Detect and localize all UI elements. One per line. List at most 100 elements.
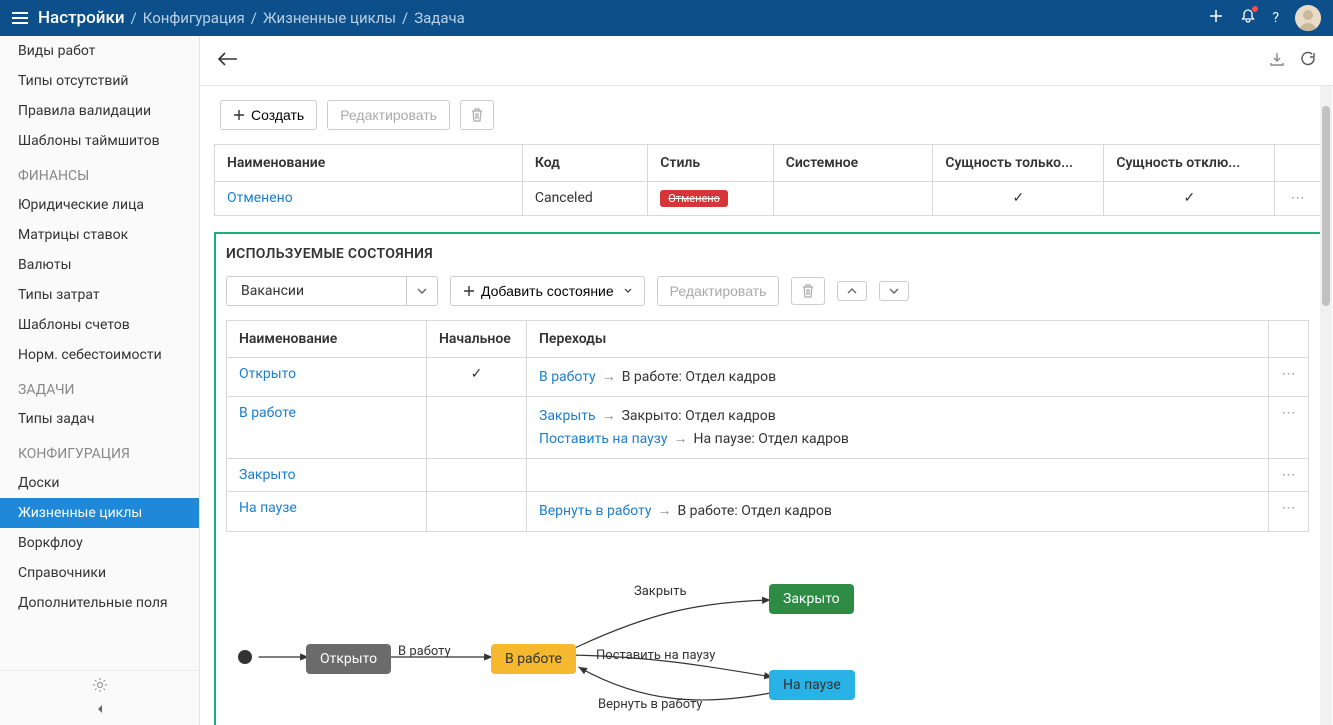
- chevron-down-icon[interactable]: [406, 276, 438, 306]
- transitions-table: Наименование Начальное Переходы Открыто✓…: [226, 320, 1309, 532]
- transition-target: Закрыто: Отдел кадров: [622, 405, 776, 427]
- scrollbar[interactable]: [1320, 86, 1332, 725]
- row-code: Canceled: [522, 182, 647, 216]
- sidebar-item[interactable]: Жизненные циклы: [0, 498, 199, 528]
- edit-state-button[interactable]: Редактировать: [657, 276, 780, 306]
- sidebar-section-title: ФИНАНСЫ: [0, 156, 199, 190]
- sidebar: Виды работТипы отсутствийПравила валидац…: [0, 36, 200, 725]
- diagram-node-paused: На паузе: [769, 670, 855, 700]
- move-down-button[interactable]: [879, 281, 909, 301]
- delete-button[interactable]: [460, 100, 494, 130]
- table-row[interactable]: Закрыто ⋯: [227, 459, 1309, 492]
- sidebar-item[interactable]: Доски: [0, 468, 199, 498]
- transition-target: На паузе: Отдел кадров: [694, 428, 849, 450]
- delete-state-button[interactable]: [791, 277, 825, 305]
- breadcrumb-item[interactable]: Задача: [414, 9, 465, 27]
- sidebar-item[interactable]: Воркфлоу: [0, 528, 199, 558]
- col-entity-off[interactable]: Сущность отклю...: [1104, 145, 1275, 182]
- avatar[interactable]: [1295, 5, 1321, 31]
- edit-button[interactable]: Редактировать: [327, 100, 450, 130]
- row-actions[interactable]: ⋯: [1269, 358, 1309, 397]
- initial-cell: [427, 492, 527, 531]
- create-button[interactable]: Создать: [220, 100, 317, 130]
- add-state-button[interactable]: Добавить состояние: [450, 276, 645, 306]
- sidebar-item[interactable]: Дополнительные поля: [0, 588, 199, 618]
- bell-icon[interactable]: [1240, 8, 1256, 28]
- col-name[interactable]: Наименование: [215, 145, 523, 182]
- table-row[interactable]: Открыто✓В работу→В работе: Отдел кадров⋯: [227, 358, 1309, 397]
- sidebar-item[interactable]: Юридические лица: [0, 190, 199, 220]
- page-toolbar: [200, 36, 1333, 86]
- breadcrumb: Настройки / Конфигурация / Жизненные цик…: [38, 8, 465, 28]
- initial-cell: [427, 459, 527, 492]
- transition-action-link[interactable]: В работу: [539, 366, 596, 388]
- transition-action-link[interactable]: Закрыть: [539, 405, 596, 427]
- menu-toggle[interactable]: [12, 12, 28, 24]
- state-name-link[interactable]: Закрыто: [239, 467, 296, 483]
- style-badge: Отменено: [660, 190, 728, 207]
- col-style[interactable]: Стиль: [648, 145, 773, 182]
- state-diagram: Открыто В работе Закрыто На паузе В рабо…: [226, 552, 1315, 722]
- table-row[interactable]: На паузе Вернуть в работу → В работе: Отдел…: [227, 492, 1309, 531]
- plus-icon[interactable]: [1208, 8, 1224, 28]
- state-name-link[interactable]: В работе: [239, 405, 296, 421]
- diagram-node-open: Открыто: [306, 644, 391, 674]
- sidebar-item[interactable]: Типы отсутствий: [0, 66, 199, 96]
- help-icon[interactable]: ?: [1272, 10, 1279, 26]
- collapse-icon[interactable]: [94, 703, 106, 719]
- sidebar-item[interactable]: Матрицы ставок: [0, 220, 199, 250]
- app-header: Настройки / Конфигурация / Жизненные цик…: [0, 0, 1333, 36]
- col-code[interactable]: Код: [522, 145, 647, 182]
- state-name-link[interactable]: Открыто: [239, 366, 296, 382]
- panel-title: ИСПОЛЬЗУЕМЫЕ СОСТОЯНИЯ: [226, 246, 1315, 262]
- state-name-link[interactable]: На паузе: [239, 500, 297, 516]
- row-actions[interactable]: ⋯: [1269, 397, 1309, 459]
- sidebar-item[interactable]: Типы затрат: [0, 280, 199, 310]
- entity-dropdown[interactable]: Вакансии: [226, 276, 438, 306]
- row-actions[interactable]: ⋯: [1269, 459, 1309, 492]
- checkmark: ✓: [933, 182, 1104, 216]
- sidebar-item[interactable]: Шаблоны счетов: [0, 310, 199, 340]
- table-row[interactable]: Отменено Canceled Отменено ✓ ✓ ⋯: [215, 182, 1321, 216]
- arrow-icon: →: [657, 500, 671, 522]
- refresh-icon[interactable]: [1299, 51, 1315, 71]
- breadcrumb-root[interactable]: Настройки: [38, 8, 125, 28]
- diagram-start: [238, 650, 252, 664]
- initial-cell: [427, 397, 527, 459]
- edge-label: В работу: [398, 644, 451, 659]
- row-name-link[interactable]: Отменено: [227, 190, 293, 206]
- arrow-icon: →: [602, 366, 616, 388]
- edge-label: Поставить на паузу: [596, 648, 715, 663]
- sidebar-item[interactable]: Справочники: [0, 558, 199, 588]
- col-system[interactable]: Системное: [773, 145, 933, 182]
- breadcrumb-item[interactable]: Жизненные циклы: [263, 9, 396, 27]
- transition-action-link[interactable]: Вернуть в работу: [539, 500, 651, 522]
- download-icon[interactable]: [1269, 51, 1285, 71]
- gear-icon[interactable]: [92, 677, 108, 697]
- table-row[interactable]: В работеЗакрыть→Закрыто: Отдел кадровПос…: [227, 397, 1309, 459]
- transition-target: В работе: Отдел кадров: [622, 366, 776, 388]
- sidebar-item[interactable]: Виды работ: [0, 36, 199, 66]
- edge-label: Закрыть: [634, 584, 687, 599]
- row-actions[interactable]: ⋯: [1269, 492, 1309, 531]
- arrow-icon: →: [602, 405, 616, 427]
- edge-label: Вернуть в работу: [598, 697, 702, 712]
- transition-target: В работе: Отдел кадров: [677, 500, 831, 522]
- used-states-panel: ИСПОЛЬЗУЕМЫЕ СОСТОЯНИЯ Вакансии Добавить…: [214, 232, 1327, 725]
- row-actions[interactable]: ⋯: [1275, 182, 1321, 216]
- move-up-button[interactable]: [837, 281, 867, 301]
- arrow-icon: →: [674, 428, 688, 450]
- sidebar-section-title: ЗАДАЧИ: [0, 370, 199, 404]
- sidebar-item[interactable]: Типы задач: [0, 404, 199, 434]
- sidebar-item[interactable]: Норм. себестоимости: [0, 340, 199, 370]
- sidebar-item[interactable]: Шаблоны таймшитов: [0, 126, 199, 156]
- sidebar-section-title: КОНФИГУРАЦИЯ: [0, 434, 199, 468]
- transitions-cell: Вернуть в работу → В работе: Отдел кадров: [527, 492, 1269, 531]
- sidebar-item[interactable]: Правила валидации: [0, 96, 199, 126]
- transitions-cell: [527, 459, 1269, 492]
- col-entity-only[interactable]: Сущность только...: [933, 145, 1104, 182]
- back-button[interactable]: [218, 52, 238, 70]
- breadcrumb-item[interactable]: Конфигурация: [143, 9, 245, 27]
- transition-action-link[interactable]: Поставить на паузу: [539, 428, 668, 450]
- sidebar-item[interactable]: Валюты: [0, 250, 199, 280]
